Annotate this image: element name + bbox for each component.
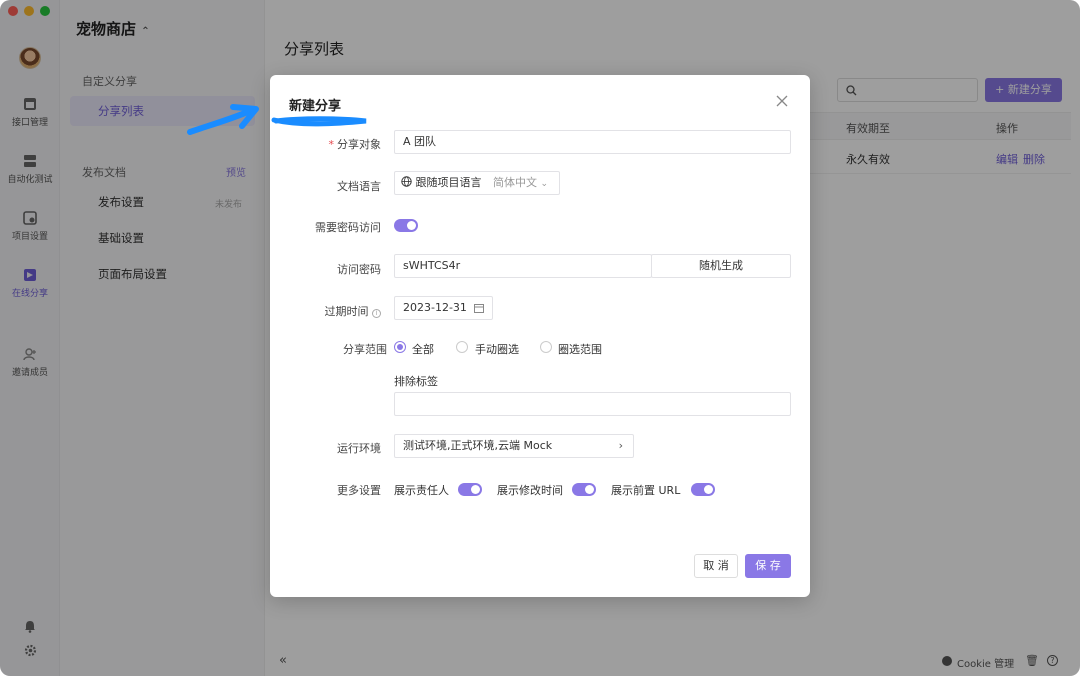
scope-option-range: 圈选范围 [558, 343, 602, 356]
expiry-date-picker[interactable]: 2023-12-31 [394, 296, 493, 320]
show-modified-toggle[interactable] [572, 483, 596, 496]
scope-radio-all[interactable] [394, 341, 406, 353]
scope-radio-manual[interactable] [456, 341, 468, 353]
exclude-tags-input[interactable] [394, 392, 791, 416]
info-icon: i [372, 309, 381, 318]
exclude-tags-label: 排除标签 [394, 375, 438, 388]
generate-password-button[interactable]: 随机生成 [651, 254, 791, 278]
show-owner-label: 展示责任人 [394, 484, 449, 497]
show-owner-toggle[interactable] [458, 483, 482, 496]
expiry-label: 过期时间 i [270, 303, 381, 319]
save-button[interactable]: 保 存 [745, 554, 791, 578]
doc-language-select[interactable]: 跟随项目语言 简体中文 ⌄ [394, 171, 560, 195]
globe-icon [401, 176, 412, 187]
chevron-right-icon: › [618, 439, 623, 452]
scope-radio-range[interactable] [540, 341, 552, 353]
scope-label: 分享范围 [343, 343, 387, 356]
doc-language-value: 跟随项目语言 [415, 176, 482, 189]
need-password-toggle[interactable] [394, 219, 418, 232]
dialog-title: 新建分享 [289, 99, 342, 114]
doc-language-secondary: 简体中文 [493, 176, 537, 189]
password-label: 访问密码 [337, 263, 381, 276]
new-share-dialog: 新建分享 * 分享对象 A 团队 文档语言 跟随项目语言 简体中文 ⌄ 需要密码访… [270, 75, 810, 597]
more-settings-label: 更多设置 [337, 484, 381, 497]
env-label: 运行环境 [337, 442, 381, 455]
env-select[interactable]: 测试环境,正式环境,云端 Mock › [394, 434, 634, 458]
env-value: 测试环境,正式环境,云端 Mock [403, 439, 553, 452]
password-input[interactable]: sWHTCS4r [394, 254, 652, 278]
calendar-icon [474, 304, 484, 313]
show-modified-label: 展示修改时间 [497, 484, 563, 497]
show-base-url-toggle[interactable] [691, 483, 715, 496]
close-icon[interactable] [774, 93, 790, 109]
doc-language-label: 文档语言 [337, 180, 381, 193]
expiry-date-value: 2023-12-31 [403, 301, 467, 314]
share-target-label: * 分享对象 [328, 138, 382, 151]
share-target-input[interactable]: A 团队 [394, 130, 791, 154]
need-password-label: 需要密码访问 [315, 221, 381, 234]
app-window: 接口管理 自动化测试 项目设置 在线分享 邀请成员 宠物商店 ⌃ 自定义分享 分… [0, 0, 1080, 676]
scope-option-manual: 手动圈选 [475, 343, 519, 356]
scope-option-all: 全部 [412, 343, 434, 356]
chevron-down-icon: ⌄ [540, 179, 549, 189]
cancel-button[interactable]: 取 消 [694, 554, 738, 578]
show-base-url-label: 展示前置 URL [611, 484, 681, 497]
